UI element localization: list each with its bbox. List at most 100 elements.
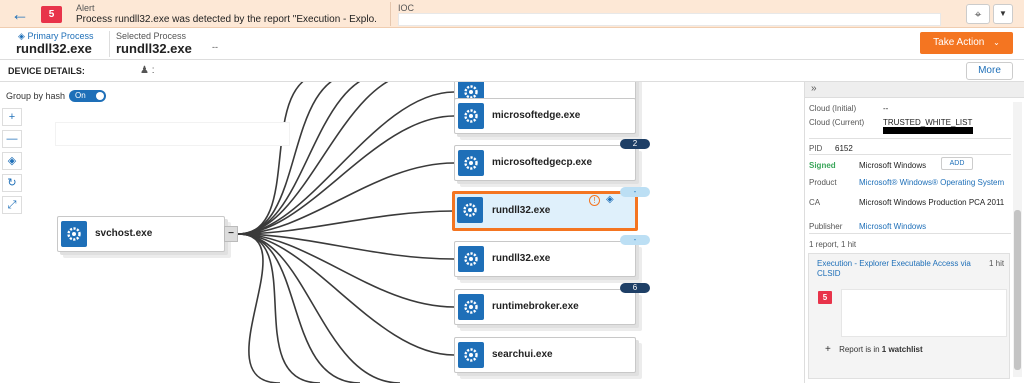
gear-icon xyxy=(458,294,484,320)
chevron-down-icon: ⌄ xyxy=(993,38,1000,47)
focus-icon[interactable]: ◈ xyxy=(2,152,22,170)
process-node-svchost[interactable]: svchost.exe xyxy=(57,216,225,252)
graph-search-field xyxy=(55,122,290,146)
process-node-name: rundll32.exe xyxy=(492,253,551,264)
gear-icon xyxy=(458,342,484,368)
cloud-initial-value: -- xyxy=(883,104,889,113)
process-node-searchui[interactable]: searchui.exe xyxy=(454,337,636,373)
cloud-current-label: Cloud (Current) xyxy=(809,118,865,127)
pid-value: 6152 xyxy=(835,144,853,153)
report-severity-badge: 5 xyxy=(818,291,832,304)
process-divider xyxy=(109,31,110,57)
process-node-microsoftedgecp[interactable]: microsoftedgecp.exe xyxy=(454,145,636,181)
back-arrow-icon[interactable]: ← xyxy=(8,4,32,24)
group-by-hash-label: Group by hash xyxy=(6,91,66,101)
process-node-name: microsoftedge.exe xyxy=(492,110,581,121)
add-button[interactable]: ADD xyxy=(941,157,973,170)
cloud-current-value: TRUSTED_WHITE_LIST xyxy=(883,118,973,127)
selected-process-label: Selected Process xyxy=(116,31,187,41)
child-count-badge[interactable]: - xyxy=(620,187,650,197)
diamond-icon: ◈ xyxy=(18,31,25,41)
gear-icon xyxy=(458,246,484,272)
process-node-name: searchui.exe xyxy=(492,349,553,360)
tree-edge xyxy=(237,233,361,383)
tree-edge xyxy=(237,233,455,356)
reports-summary: 1 report, 1 hit xyxy=(809,240,857,249)
ca-value: Microsoft Windows Production PCA 2011 xyxy=(859,198,1005,207)
selected-process-extra: -- xyxy=(212,42,218,52)
ioc-label: IOC xyxy=(398,3,415,13)
primary-process-name[interactable]: rundll32.exe xyxy=(16,41,92,56)
take-action-button[interactable]: Take Action ⌄ xyxy=(920,32,1013,54)
process-node-rundll32-selected[interactable]: rundll32.exe ! ◈ xyxy=(452,191,638,231)
watchlist-row[interactable]: + Report is in 1 watchlist xyxy=(825,344,923,355)
pid-label: PID xyxy=(809,144,823,153)
alert-icon: ! xyxy=(589,195,600,206)
collapse-panel-icon[interactable]: » xyxy=(811,83,817,94)
process-node-name: microsoftedgecp.exe xyxy=(492,157,593,168)
process-node-name: runtimebroker.exe xyxy=(492,301,579,312)
user-icon: ♟ xyxy=(140,65,149,76)
ca-label: CA xyxy=(809,198,821,207)
product-value[interactable]: Microsoft® Windows® Operating System xyxy=(859,178,1009,188)
panel-divider xyxy=(809,154,1011,155)
alert-severity-badge: 5 xyxy=(41,6,62,23)
panel-scrollbar[interactable] xyxy=(1013,102,1022,377)
report-link[interactable]: Execution - Explorer Executable Access v… xyxy=(817,259,977,279)
panel-header: » xyxy=(805,82,1024,98)
publisher-label: Publisher xyxy=(809,222,843,231)
report-card: Execution - Explorer Executable Access v… xyxy=(808,253,1010,379)
tree-edge xyxy=(237,82,361,235)
panel-divider xyxy=(809,233,1011,234)
publisher-value[interactable]: Microsoft Windows xyxy=(859,222,926,231)
device-details-bar: DEVICE DETAILS: ♟ : More xyxy=(0,60,1024,82)
collapse-node-button[interactable]: − xyxy=(224,226,238,242)
gear-icon xyxy=(458,150,484,176)
alert-divider xyxy=(390,2,391,26)
process-node-name: svchost.exe xyxy=(95,228,153,239)
child-count-badge[interactable]: 6 xyxy=(620,283,650,293)
selected-process-name: rundll32.exe xyxy=(116,41,192,56)
tree-edge xyxy=(237,82,333,235)
more-button[interactable]: More xyxy=(966,62,1013,80)
child-count-badge[interactable]: 2 xyxy=(620,139,650,149)
refresh-icon[interactable]: ↻ xyxy=(2,174,22,192)
process-details-panel: » Cloud (Initial) -- Cloud (Current) TRU… xyxy=(804,82,1024,383)
tree-edge xyxy=(237,233,281,383)
report-hit-count: 1 hit xyxy=(989,259,1005,268)
process-node-rundll32[interactable]: rundll32.exe xyxy=(454,241,636,277)
alert-bar: ← 5 Alert Process rundll32.exe was detec… xyxy=(0,0,1024,28)
tree-edge xyxy=(237,162,455,235)
scrollbar-thumb[interactable] xyxy=(1014,210,1021,370)
signed-value: Microsoft Windows xyxy=(859,161,927,170)
gear-icon xyxy=(458,103,484,129)
product-label: Product xyxy=(809,178,837,187)
group-by-hash-toggle[interactable]: On xyxy=(69,90,106,102)
tree-edge xyxy=(237,82,389,235)
report-description-box xyxy=(841,289,1007,337)
cloud-initial-label: Cloud (Initial) xyxy=(809,104,857,113)
crosshair-icon[interactable]: ⌖ xyxy=(966,4,990,24)
device-details-label: DEVICE DETAILS: xyxy=(8,66,85,76)
chevron-down-icon[interactable]: ▼ xyxy=(993,4,1013,24)
child-count-badge[interactable]: - xyxy=(620,235,650,245)
zoom-in-icon[interactable]: + xyxy=(2,108,22,126)
zoom-out-icon[interactable]: — xyxy=(2,130,22,148)
primary-process-icon: ◈ xyxy=(606,194,614,205)
signed-label: Signed xyxy=(809,161,836,170)
device-user: ♟ : xyxy=(140,65,155,76)
process-node-name: rundll32.exe xyxy=(492,205,551,216)
process-node-microsoftedge[interactable]: microsoftedge.exe xyxy=(454,98,636,134)
alert-label: Alert xyxy=(76,3,95,13)
process-node-runtimebroker[interactable]: runtimebroker.exe xyxy=(454,289,636,325)
gear-icon xyxy=(61,221,87,247)
gear-icon xyxy=(457,197,483,223)
process-bar: ◈ Primary Process rundll32.exe Selected … xyxy=(0,28,1024,60)
redacted-value xyxy=(883,127,973,134)
process-tree-graph[interactable]: Group by hash On + — ◈ ↻ ⤢ svchost.exe −… xyxy=(0,82,804,383)
alert-text[interactable]: Process rundll32.exe was detected by the… xyxy=(76,14,376,25)
tree-edge xyxy=(237,233,455,308)
expand-icon[interactable]: ⤢ xyxy=(2,196,22,214)
panel-divider xyxy=(809,138,1011,139)
plus-icon[interactable]: + xyxy=(825,344,831,355)
